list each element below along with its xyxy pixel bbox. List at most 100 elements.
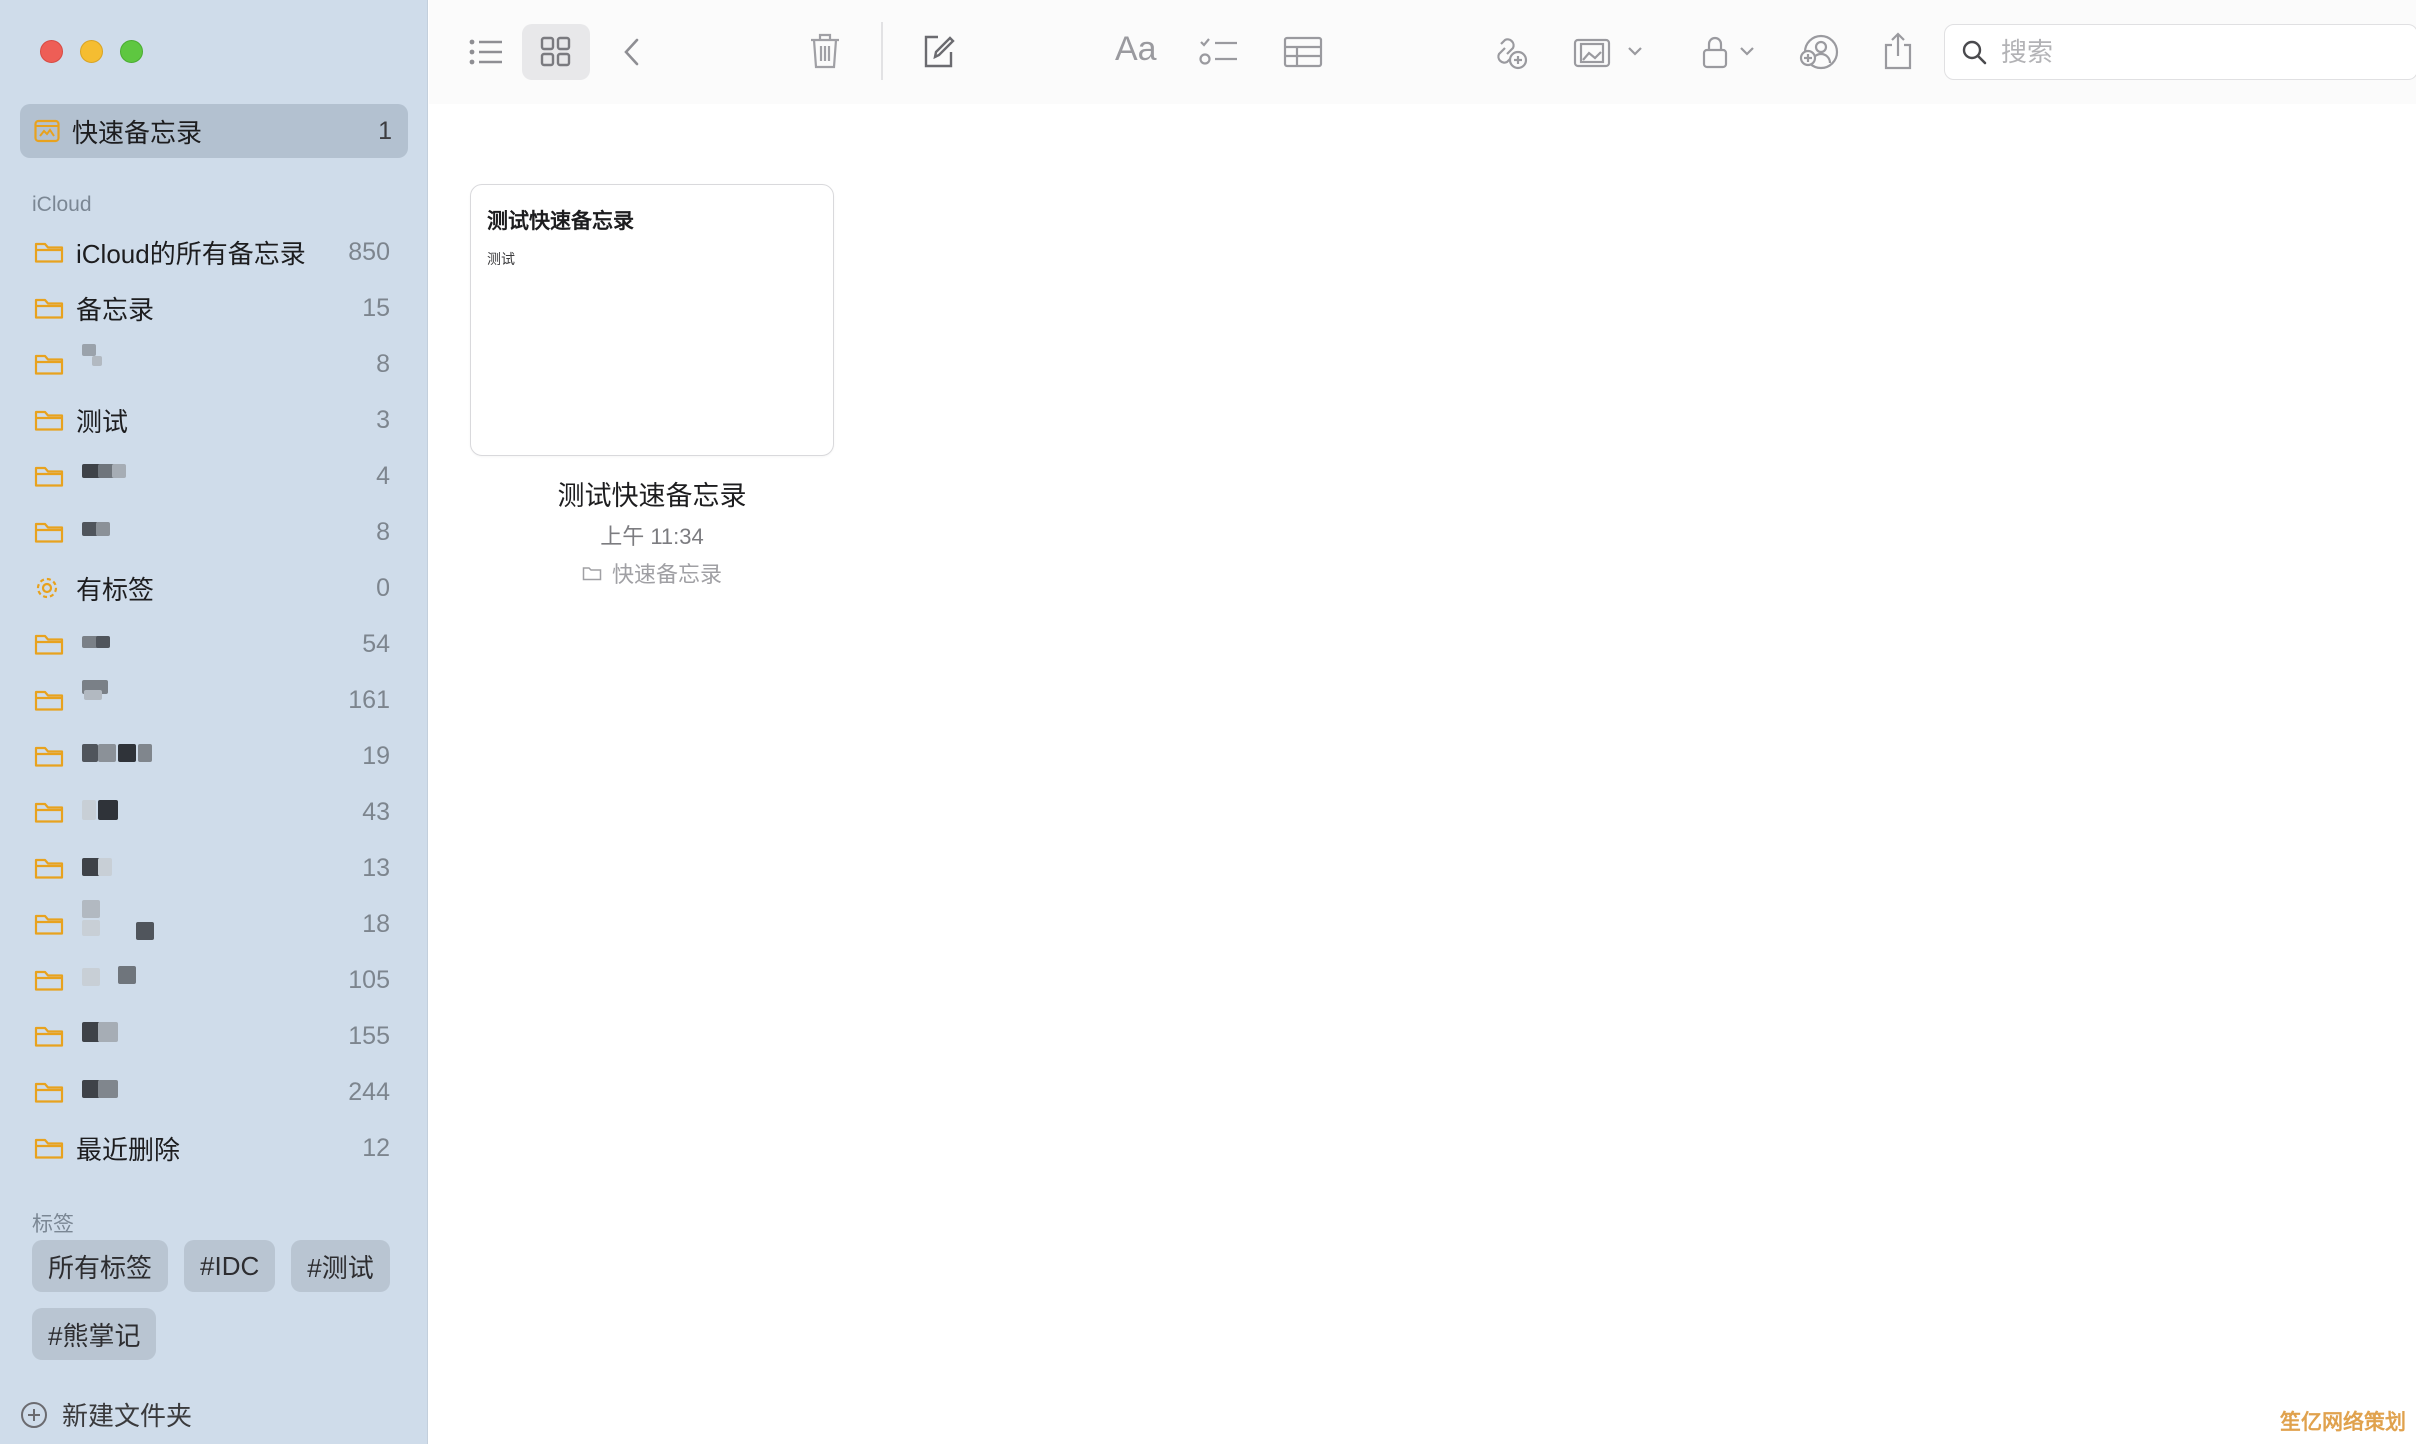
watermark-logo: 笙亿网络策划	[2280, 1411, 2406, 1434]
folder-icon	[34, 690, 64, 711]
redacted-folder-name	[78, 728, 362, 784]
window-controls	[40, 40, 143, 63]
share-button[interactable]	[1881, 28, 1915, 76]
folder-icon	[34, 410, 64, 431]
redacted-folder-name	[78, 952, 348, 1008]
gear-icon	[36, 577, 58, 599]
sidebar-folder-count: 3	[376, 405, 390, 434]
format-icon: Aa	[1115, 30, 1157, 68]
sidebar-folder-label: 测试	[76, 406, 129, 437]
redacted-folder-name	[78, 1008, 348, 1064]
search-field[interactable]	[1944, 24, 2416, 80]
sidebar-folder-count: 15	[362, 293, 390, 322]
redacted-folder-name	[78, 840, 362, 896]
folder-icon	[34, 858, 64, 879]
search-icon	[1962, 40, 1987, 65]
note-title[interactable]: 测试快速备忘录	[470, 474, 834, 513]
format-button[interactable]: Aa	[1115, 30, 1157, 69]
compose-button[interactable]	[921, 28, 955, 76]
redacted-folder-name	[78, 336, 376, 392]
sidebar-folder-item[interactable]: 155	[0, 1008, 428, 1064]
sidebar-folder-count: 244	[348, 1077, 390, 1106]
folder-icon	[34, 970, 64, 991]
table-button[interactable]	[1283, 28, 1323, 76]
sidebar-folder-count: 13	[362, 853, 390, 882]
minimize-button[interactable]	[80, 40, 103, 63]
sidebar-folder-count: 8	[376, 517, 390, 546]
folder-icon	[34, 802, 64, 823]
folder-icon	[34, 1138, 64, 1159]
share-people-icon	[1799, 34, 1839, 70]
sidebar-folder-label: 有标签	[76, 574, 155, 605]
sidebar-folder-item[interactable]: 最近删除 12	[0, 1120, 428, 1176]
note-time: 上午 11:34	[600, 524, 704, 549]
sidebar-folder-item[interactable]: 18	[0, 896, 428, 952]
media-icon	[1573, 38, 1642, 68]
media-button[interactable]	[1573, 28, 1645, 76]
tag-test[interactable]: #测试	[291, 1240, 390, 1292]
sidebar-folder-count: 8	[376, 349, 390, 378]
delete-button[interactable]	[809, 28, 841, 76]
sidebar-folder-count: 0	[376, 573, 390, 602]
sidebar-folder-item[interactable]: 161	[0, 672, 428, 728]
checklist-button[interactable]	[1199, 28, 1239, 76]
sidebar-folder-item[interactable]: 19	[0, 728, 428, 784]
sidebar-item-quick-note[interactable]: 快速备忘录 1	[20, 104, 408, 158]
sidebar-folder-label: 备忘录	[76, 294, 155, 325]
redacted-folder-name	[78, 448, 376, 504]
sidebar-folder-count: 12	[362, 1133, 390, 1162]
note-preview-body: 测试	[487, 251, 515, 267]
gallery-view-icon	[540, 36, 571, 67]
folder-icon	[34, 522, 64, 543]
add-link-button[interactable]	[1487, 28, 1529, 76]
zoom-button[interactable]	[120, 40, 143, 63]
redacted-folder-name	[78, 784, 362, 840]
note-thumbnail[interactable]: 测试快速备忘录 测试	[470, 184, 834, 456]
sidebar-folder-item[interactable]: 4	[0, 448, 428, 504]
folder-icon	[34, 466, 64, 487]
sidebar-folder-item[interactable]: 43	[0, 784, 428, 840]
search-input[interactable]	[2001, 36, 2381, 68]
tags-section-header: 标签	[32, 1213, 74, 1236]
checklist-icon	[1199, 38, 1237, 65]
tag-all[interactable]: 所有标签	[32, 1240, 169, 1292]
lock-button[interactable]	[1701, 28, 1763, 76]
redacted-folder-name	[78, 504, 376, 560]
toolbar: Aa	[429, 0, 2416, 104]
sidebar-folder-item[interactable]: 有标签 0	[0, 560, 428, 616]
sidebar-folder-item[interactable]: 13	[0, 840, 428, 896]
list-view-icon	[469, 39, 502, 65]
gallery-view-wrap	[540, 28, 572, 76]
folder-list: iCloud的所有备忘录 850 备忘录 15 8 测试 3 4 8 有标签 0 54 161 19 43 1…	[0, 224, 428, 1176]
compose-icon	[924, 35, 955, 68]
sidebar-folder-item[interactable]: 244	[0, 1064, 428, 1120]
sidebar-folder-item[interactable]: 8	[0, 504, 428, 560]
sidebar-folder-label: iCloud的所有备忘录	[76, 238, 306, 269]
new-folder-label: 新建文件夹	[62, 1401, 193, 1431]
sidebar-folder-item[interactable]: 8	[0, 336, 428, 392]
sidebar-folder-item[interactable]: 105	[0, 952, 428, 1008]
redacted-folder-name	[78, 672, 348, 728]
quick-note-icon	[34, 119, 60, 143]
new-folder-button[interactable]: 新建文件夹	[20, 1396, 192, 1433]
trash-icon	[811, 33, 839, 69]
sidebar-folder-count: 18	[362, 909, 390, 938]
sidebar-item-label: 快速备忘录	[72, 117, 203, 148]
sidebar-folder-item[interactable]: 54	[0, 616, 428, 672]
sidebar-folder-item[interactable]: iCloud的所有备忘录 850	[0, 224, 428, 280]
collaborate-button[interactable]	[1799, 28, 1839, 76]
close-button[interactable]	[40, 40, 63, 63]
folder-icon	[34, 634, 64, 655]
sidebar-folder-count: 155	[348, 1021, 390, 1050]
sidebar-item-count: 1	[378, 116, 392, 145]
list-view-button[interactable]	[469, 28, 503, 76]
note-folder: 快速备忘录	[470, 557, 834, 589]
sidebar-folder-item[interactable]: 备忘录 15	[0, 280, 428, 336]
sidebar-folder-label: 最近删除	[76, 1134, 181, 1165]
tag-idc[interactable]: #IDC	[184, 1240, 276, 1292]
tag-bear[interactable]: #熊掌记	[32, 1308, 157, 1360]
folder-icon	[582, 567, 602, 581]
sidebar-folder-item[interactable]: 测试 3	[0, 392, 428, 448]
back-button[interactable]	[621, 28, 643, 76]
sidebar-folder-count: 43	[362, 797, 390, 826]
